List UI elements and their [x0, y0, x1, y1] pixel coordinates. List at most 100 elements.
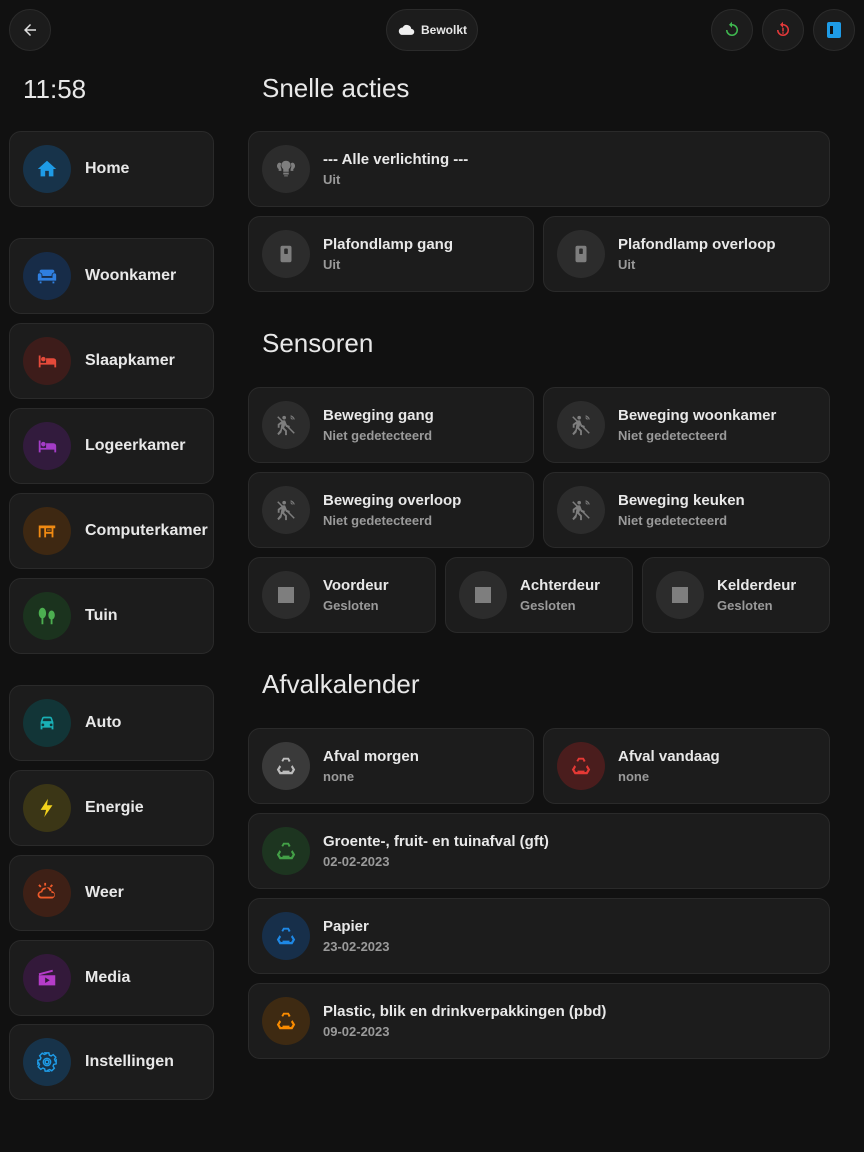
- sidebar-item-label: Weer: [85, 884, 124, 901]
- tile-state: 09-02-2023: [323, 1024, 390, 1039]
- tile-beweging-gang[interactable]: Beweging gang Niet gedetecteerd: [248, 387, 534, 463]
- tile-state: Gesloten: [323, 598, 379, 613]
- section-title-sensors: Sensoren: [262, 328, 374, 358]
- tile-state: Niet gedetecteerd: [618, 428, 728, 443]
- tile-state: Niet gedetecteerd: [618, 513, 728, 528]
- refresh-button[interactable]: [711, 9, 753, 51]
- back-button[interactable]: [9, 9, 51, 51]
- tile-achterdeur[interactable]: Achterdeur Gesloten: [445, 557, 633, 633]
- motion-sensor-off-icon: [572, 415, 590, 436]
- sidebar-item-woonkamer[interactable]: Woonkamer: [9, 238, 214, 314]
- sidebar-item-computerkamer[interactable]: Computerkamer: [9, 493, 214, 569]
- tile-voordeur[interactable]: Voordeur Gesloten: [248, 557, 436, 633]
- sofa-icon: [37, 269, 57, 284]
- tile-name: Beweging keuken: [618, 492, 745, 509]
- sidebar-item-energie[interactable]: Energie: [9, 770, 214, 846]
- tile-plafondlamp-overloop[interactable]: Plafondlamp overloop Uit: [543, 216, 830, 292]
- tile-beweging-woonkamer[interactable]: Beweging woonkamer Niet gedetecteerd: [543, 387, 830, 463]
- weather-label: Bewolkt: [420, 23, 467, 37]
- door-closed-icon: [475, 587, 491, 603]
- light-switch-icon: [280, 245, 292, 263]
- tile-name: Kelderdeur: [717, 577, 797, 594]
- sidebar-item-label: Energie: [85, 799, 144, 816]
- tile-state: none: [618, 769, 650, 784]
- tile-name: Afval morgen: [323, 748, 419, 765]
- sidebar-item-label: Instellingen: [85, 1053, 174, 1070]
- tile-state: Uit: [618, 257, 636, 272]
- desk-icon: [38, 525, 56, 538]
- cloud-icon: [398, 24, 415, 35]
- tile-kelderdeur[interactable]: Kelderdeur Gesloten: [642, 557, 830, 633]
- tile-beweging-keuken[interactable]: Beweging keuken Niet gedetecteerd: [543, 472, 830, 548]
- tile-state: Gesloten: [520, 598, 576, 613]
- tile-state: Niet gedetecteerd: [323, 428, 433, 443]
- tile-name: Beweging woonkamer: [618, 407, 777, 424]
- tile-afval-vandaag[interactable]: Afval vandaag none: [543, 728, 830, 804]
- tile-beweging-overloop[interactable]: Beweging overloop Niet gedetecteerd: [248, 472, 534, 548]
- tile-gft[interactable]: Groente-, fruit- en tuinafval (gft) 02-0…: [248, 813, 830, 889]
- bed-icon: [38, 355, 57, 368]
- arrow-left-icon: [24, 24, 36, 36]
- sidebar-item-tuin[interactable]: Tuin: [9, 578, 214, 654]
- tile-pbd[interactable]: Plastic, blik en drinkverpakkingen (pbd)…: [248, 983, 830, 1059]
- sidebar-item-label: Slaapkamer: [85, 352, 175, 369]
- section-title-quick-actions: Snelle acties: [262, 73, 410, 103]
- tile-state: Uit: [323, 257, 341, 272]
- tile-name: Papier: [323, 918, 369, 935]
- weather-icon: [37, 882, 56, 899]
- light-switch-icon: [575, 245, 587, 263]
- tile-all-lights[interactable]: --- Alle verlichting --- Uit: [248, 131, 830, 207]
- sidebar-item-label: Auto: [85, 714, 122, 731]
- tile-name: Achterdeur: [520, 577, 601, 594]
- sidebar-item-label: Media: [85, 969, 131, 986]
- sidebar-item-weer[interactable]: Weer: [9, 855, 214, 931]
- bed-icon: [38, 440, 57, 453]
- section-title-waste: Afvalkalender: [262, 669, 420, 699]
- recycle-icon: [276, 1012, 296, 1030]
- recycle-icon: [571, 757, 591, 775]
- tile-state: Niet gedetecteerd: [323, 513, 433, 528]
- restart-button[interactable]: [762, 9, 804, 51]
- panel-toggle-button[interactable]: [813, 9, 855, 51]
- tile-papier[interactable]: Papier 23-02-2023: [248, 898, 830, 974]
- tile-state: none: [323, 769, 355, 784]
- recycle-icon: [276, 757, 296, 775]
- tile-name: Plafondlamp gang: [323, 236, 454, 253]
- door-closed-icon: [278, 587, 294, 603]
- sidebar-item-slaapkamer[interactable]: Slaapkamer: [9, 323, 214, 399]
- sidebar-item-home[interactable]: Home: [9, 131, 214, 207]
- sidebar-item-instellingen[interactable]: Instellingen: [9, 1024, 214, 1100]
- panel-icon: [827, 22, 841, 38]
- tree-icon: [38, 607, 55, 625]
- tile-name: Groente-, fruit- en tuinafval (gft): [323, 833, 549, 850]
- tile-plafondlamp-gang[interactable]: Plafondlamp gang Uit: [248, 216, 534, 292]
- weather-chip[interactable]: Bewolkt: [386, 9, 478, 51]
- sidebar-item-label: Woonkamer: [85, 267, 177, 284]
- door-closed-icon: [672, 587, 688, 603]
- sidebar-item-label: Tuin: [85, 607, 118, 624]
- restart-alert-icon: [777, 21, 789, 36]
- motion-sensor-off-icon: [277, 500, 295, 521]
- sidebar-item-label: Computerkamer: [85, 522, 208, 539]
- sidebar-item-auto[interactable]: Auto: [9, 685, 214, 761]
- car-icon: [40, 716, 54, 730]
- sidebar-item-media[interactable]: Media: [9, 940, 214, 1016]
- tile-name: --- Alle verlichting ---: [323, 151, 469, 168]
- tile-afval-morgen[interactable]: Afval morgen none: [248, 728, 534, 804]
- tile-name: Plafondlamp overloop: [618, 236, 776, 253]
- tile-state: Uit: [323, 172, 341, 187]
- gear-icon: [37, 1052, 57, 1072]
- tile-name: Beweging gang: [323, 407, 434, 424]
- motion-sensor-off-icon: [277, 415, 295, 436]
- tile-name: Voordeur: [323, 577, 389, 594]
- recycle-icon: [276, 842, 296, 860]
- motion-sensor-off-icon: [572, 500, 590, 521]
- tile-state: Gesloten: [717, 598, 773, 613]
- sidebar-item-label: Home: [85, 160, 130, 177]
- sidebar-item-label: Logeerkamer: [85, 437, 186, 454]
- tile-name: Plastic, blik en drinkverpakkingen (pbd): [323, 1003, 607, 1020]
- home-icon: [37, 160, 57, 177]
- sidebar-item-logeerkamer[interactable]: Logeerkamer: [9, 408, 214, 484]
- recycle-icon: [276, 927, 296, 945]
- tile-name: Beweging overloop: [323, 492, 462, 509]
